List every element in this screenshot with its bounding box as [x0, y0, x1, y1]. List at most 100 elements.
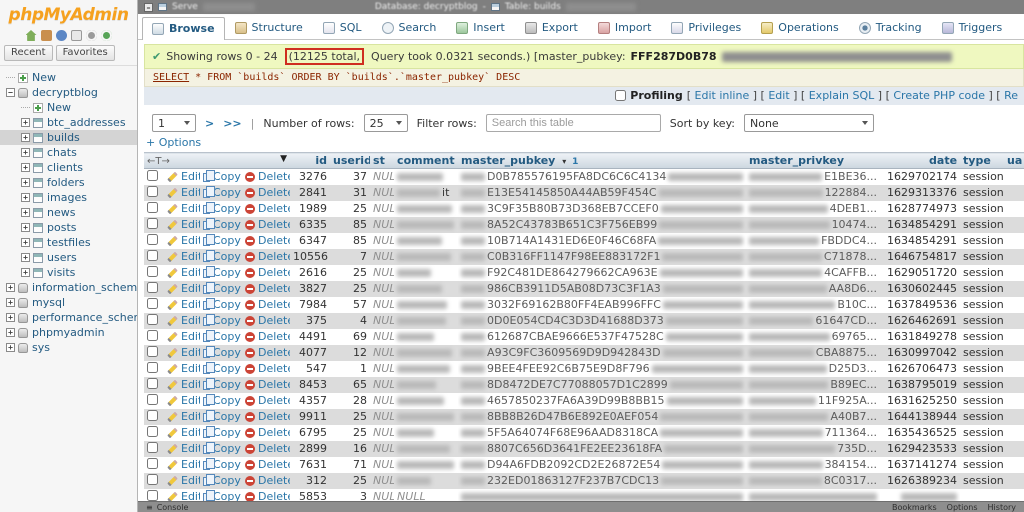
expander-plus-icon[interactable]: + — [21, 253, 30, 262]
rows-per-page-select[interactable]: 25 — [364, 114, 408, 132]
copy-link[interactable]: Copy — [203, 426, 241, 439]
delete-link[interactable]: Delete — [245, 170, 290, 183]
tab-triggers[interactable]: Triggers — [932, 16, 1013, 39]
copy-link[interactable]: Copy — [203, 458, 241, 471]
column-header-userid[interactable]: userid — [330, 153, 370, 169]
recent-tab[interactable]: Recent — [4, 45, 53, 61]
expander-plus-icon[interactable]: + — [6, 328, 15, 337]
breadcrumb-database[interactable]: Database: decryptblog — [375, 2, 478, 12]
sidebar-item-testfiles[interactable]: +testfiles — [0, 235, 137, 250]
sidebar-item-decryptblog[interactable]: −decryptblog — [0, 85, 137, 100]
edit-link[interactable]: Edit — [167, 202, 200, 215]
filter-rows-input[interactable] — [486, 114, 661, 132]
expander-plus-icon[interactable]: + — [21, 238, 30, 247]
query-link-re[interactable]: Re — [1004, 89, 1018, 102]
sidebar-item-btc_addresses[interactable]: +btc_addresses — [0, 115, 137, 130]
row-checkbox[interactable] — [147, 474, 158, 485]
console-label[interactable]: Console — [157, 503, 189, 512]
reload-icon[interactable] — [101, 30, 112, 41]
delete-link[interactable]: Delete — [245, 186, 290, 199]
copy-link[interactable]: Copy — [203, 234, 241, 247]
tab-search[interactable]: Search — [372, 16, 447, 39]
page-select[interactable]: 1 — [152, 114, 196, 132]
home-icon[interactable] — [26, 30, 37, 41]
query-link-create-php-code[interactable]: Create PHP code — [893, 89, 985, 102]
column-header-date[interactable]: date — [880, 153, 960, 169]
tab-operations[interactable]: Operations — [751, 16, 848, 39]
sidebar-item-visits[interactable]: +visits — [0, 265, 137, 280]
delete-link[interactable]: Delete — [245, 330, 290, 343]
delete-link[interactable]: Delete — [245, 346, 290, 359]
tab-tracking[interactable]: Tracking — [849, 16, 932, 39]
tab-structure[interactable]: Structure — [225, 16, 313, 39]
expander-plus-icon[interactable]: + — [21, 148, 30, 157]
sidebar-item-information_schema[interactable]: +information_schema — [0, 280, 137, 295]
edit-link[interactable]: Edit — [167, 378, 200, 391]
row-checkbox[interactable] — [147, 282, 158, 293]
row-checkbox[interactable] — [147, 346, 158, 357]
sidebar-item-clients[interactable]: +clients — [0, 160, 137, 175]
expander-plus-icon[interactable]: + — [21, 208, 30, 217]
row-checkbox[interactable] — [147, 250, 158, 261]
row-checkbox[interactable] — [147, 410, 158, 421]
edit-link[interactable]: Edit — [167, 474, 200, 487]
sidebar-item-phpmyadmin[interactable]: +phpmyadmin — [0, 325, 137, 340]
sidebar-item-chats[interactable]: +chats — [0, 145, 137, 160]
sidebar-item-new[interactable]: New — [0, 70, 137, 85]
breadcrumb-server[interactable]: Serve — [172, 2, 198, 12]
expander-plus-icon[interactable]: + — [21, 223, 30, 232]
copy-link[interactable]: Copy — [203, 442, 241, 455]
copy-link[interactable]: Copy — [203, 362, 241, 375]
sidebar-item-users[interactable]: +users — [0, 250, 137, 265]
edit-link[interactable]: Edit — [167, 426, 200, 439]
expander-plus-icon[interactable]: + — [21, 118, 30, 127]
copy-link[interactable]: Copy — [203, 202, 241, 215]
options-toggle-link[interactable]: + Options — [146, 136, 1024, 149]
row-checkbox[interactable] — [147, 378, 158, 389]
sidebar-item-folders[interactable]: +folders — [0, 175, 137, 190]
sql-select-keyword[interactable]: SELECT — [153, 72, 189, 83]
row-checkbox[interactable] — [147, 458, 158, 469]
sidebar-item-new[interactable]: New — [0, 100, 137, 115]
column-header-comment[interactable]: comment — [394, 153, 458, 169]
sidebar-item-images[interactable]: +images — [0, 190, 137, 205]
delete-link[interactable]: Delete — [245, 234, 290, 247]
delete-link[interactable]: Delete — [245, 458, 290, 471]
tab-privileges[interactable]: Privileges — [661, 16, 751, 39]
profiling-checkbox[interactable] — [615, 90, 626, 101]
column-header-st[interactable]: st — [370, 153, 394, 169]
edit-link[interactable]: Edit — [167, 330, 200, 343]
copy-link[interactable]: Copy — [203, 314, 241, 327]
expander-plus-icon[interactable]: + — [6, 343, 15, 352]
row-checkbox[interactable] — [147, 490, 158, 501]
delete-link[interactable]: Delete — [245, 394, 290, 407]
breadcrumb-table[interactable]: Table: builds — [505, 2, 561, 12]
sidebar-item-builds[interactable]: +builds — [0, 130, 137, 145]
column-header-master-privkey[interactable]: master_privkey — [746, 153, 880, 169]
delete-link[interactable]: Delete — [245, 378, 290, 391]
tab-export[interactable]: Export — [515, 16, 588, 39]
row-checkbox[interactable] — [147, 426, 158, 437]
delete-link[interactable]: Delete — [245, 298, 290, 311]
edit-link[interactable]: Edit — [167, 362, 200, 375]
tab-sql[interactable]: SQL — [313, 16, 372, 39]
sort-key-select[interactable]: None — [744, 114, 874, 132]
copy-link[interactable]: Copy — [203, 282, 241, 295]
edit-link[interactable]: Edit — [167, 218, 200, 231]
favorites-tab[interactable]: Favorites — [56, 45, 115, 61]
column-header-id[interactable]: id — [290, 153, 330, 169]
copy-link[interactable]: Copy — [203, 266, 241, 279]
expander-plus-icon[interactable]: + — [6, 298, 15, 307]
edit-link[interactable]: Edit — [167, 410, 200, 423]
edit-link[interactable]: Edit — [167, 234, 200, 247]
edit-link[interactable]: Edit — [167, 442, 200, 455]
minimize-button[interactable]: – — [144, 3, 153, 12]
copy-link[interactable]: Copy — [203, 298, 241, 311]
logout-icon[interactable] — [41, 30, 52, 41]
expander-plus-icon[interactable]: + — [21, 163, 30, 172]
edit-link[interactable]: Edit — [167, 314, 200, 327]
copy-link[interactable]: Copy — [203, 346, 241, 359]
edit-link[interactable]: Edit — [167, 298, 200, 311]
console-menu-history[interactable]: History — [988, 503, 1016, 512]
row-checkbox[interactable] — [147, 170, 158, 181]
